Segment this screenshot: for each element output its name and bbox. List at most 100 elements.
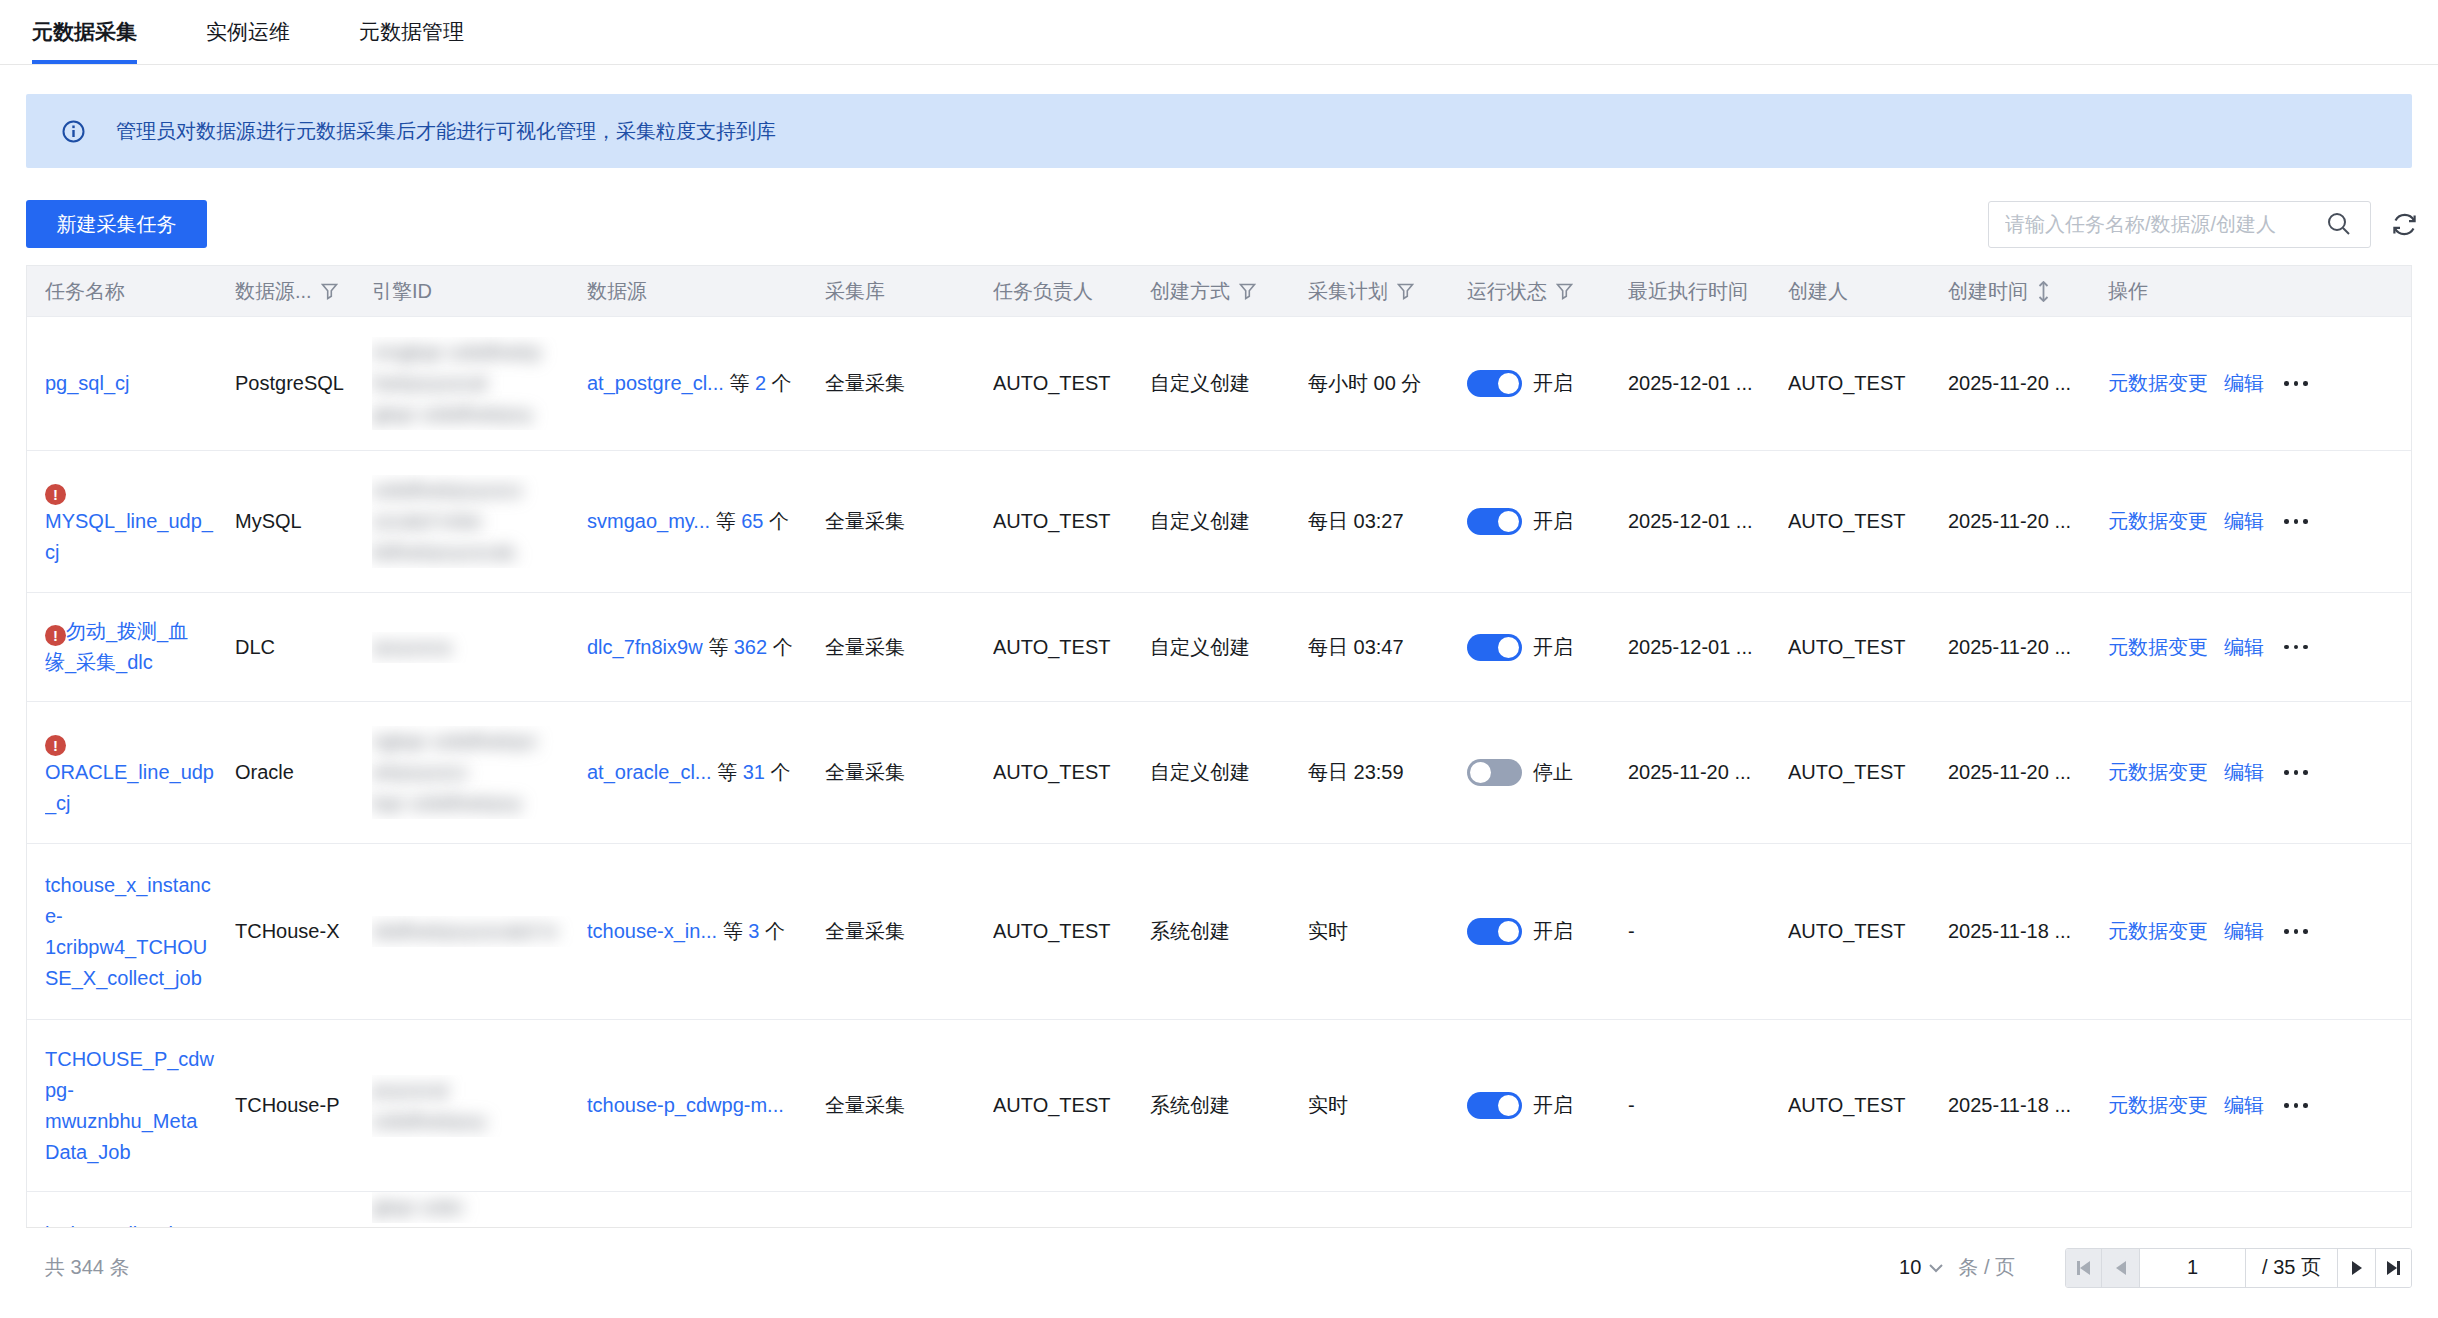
more-actions-icon[interactable] [2280,519,2308,524]
metadata-change-link[interactable]: 元数据变更 [2108,368,2208,399]
edit-link[interactable]: 编辑 [2224,1090,2264,1121]
page-input[interactable]: 1 [2140,1249,2246,1287]
task-name-link[interactable]: pg_sql_cj [45,372,130,394]
column-header-status: 运行状态 [1467,276,1628,307]
datasource-count-link[interactable]: 362 [734,636,767,658]
status-toggle[interactable] [1467,508,1522,535]
last-page-button[interactable] [2376,1249,2411,1287]
redacted-text: pvyxzcal [372,1075,447,1106]
datasource-link[interactable]: dlc_7fn8ix9w [587,636,703,658]
task-name-link[interactable]: 勿动_拨测_血 缘_采集_dlc [45,620,188,673]
pagination-group: 1 / 35 页 [2065,1248,2412,1288]
create-time-cell: 2025-11-20 ... [1948,506,2108,537]
task-name-cell: !勿动_拨测_血 缘_采集_dlc [45,616,235,678]
tab-2[interactable]: 元数据管理 [359,0,464,64]
tab-1[interactable]: 实例运维 [206,0,290,64]
status-label: 停止 [1533,757,1573,788]
more-actions-icon[interactable] [2280,645,2308,650]
datasource-link[interactable]: svmgao_my... [587,510,710,532]
operations-cell: 元数据变更编辑 [2108,506,2412,537]
redacted-text: sobdhwtrpvyxzcalu [372,475,522,506]
metadata-change-link[interactable]: 元数据变更 [2108,916,2208,947]
column-header-last_run: 最近执行时间 [1628,276,1788,307]
toggle-knob [1498,637,1519,658]
engine-id-cell-redacted: obdhwtrpvyxzcaluf imk [372,916,587,947]
datasource-count-link[interactable]: 2 [755,372,766,394]
column-label: 任务负责人 [993,276,1093,307]
datasource-type-cell: DLC [235,632,372,663]
tab-bar: 元数据采集 实例运维 元数据管理 [0,0,2438,65]
tab-0[interactable]: 元数据采集 [32,0,137,64]
datasource-link[interactable]: tchouse-p_cdwpg-m... [587,1094,784,1116]
last-run-time-cell: 2025-12-01 ... [1628,506,1788,537]
creator-cell: AUTO_TEST [1788,368,1948,399]
next-page-button[interactable] [2338,1249,2376,1287]
metadata-change-link[interactable]: 元数据变更 [2108,506,2208,537]
datasource-link[interactable]: at_postgre_cl... [587,372,724,394]
task-name-cell: !ORACLE_line_udp _cj [45,726,235,819]
status-toggle[interactable] [1467,634,1522,661]
status-toggle[interactable] [1467,370,1522,397]
edit-link[interactable]: 编辑 [2224,757,2264,788]
table-row: pg_sql_cjPostgreSQLmngkqe sobdhwtrpvyxhw… [27,316,2411,450]
datasource-link[interactable]: at_oracle_cl... [587,761,712,783]
task-name-link[interactable]: iceberg_dlc_cj [45,1223,173,1227]
task-name-link[interactable]: TCHOUSE_P_cdw pg- mwuznbhu_Meta Data_Job [45,1048,214,1163]
metadata-change-link[interactable]: 元数据变更 [2108,757,2208,788]
task-name-link[interactable]: MYSQL_line_udp_ cj [45,510,213,563]
column-label: 创建方式 [1150,276,1230,307]
more-actions-icon[interactable] [2280,770,2308,775]
status-toggle[interactable] [1467,918,1522,945]
filter-icon[interactable] [1556,283,1573,300]
operations-cell: 元数据变更编辑 [2108,916,2412,947]
datasource-count-link[interactable]: 31 [743,761,765,783]
run-status-cell: 开启 [1467,632,1628,663]
metadata-change-link[interactable]: 元数据变更 [2108,1090,2208,1121]
column-header-db: 采集库 [825,276,993,307]
more-actions-icon[interactable] [2280,1103,2308,1108]
run-status-cell: 开启 [1467,916,1628,947]
datasource-count-link[interactable]: 3 [748,920,759,942]
search-icon[interactable] [2326,211,2352,237]
redacted-text: wtrpvyxzcal [372,757,467,788]
prev-page-button[interactable] [2102,1249,2140,1287]
task-name-link[interactable]: ORACLE_line_udp _cj [45,761,214,814]
search-box [1988,201,2371,248]
new-collect-task-button[interactable]: 新建采集任务 [26,200,207,248]
datasource-count-link[interactable]: 65 [741,510,763,532]
first-page-button[interactable] [2066,1249,2102,1287]
more-actions-icon[interactable] [2280,381,2308,386]
search-input[interactable] [1989,213,2326,236]
operations-cell: 元数据变更编辑 [2108,368,2412,399]
edit-link[interactable]: 编辑 [2224,368,2264,399]
edit-link[interactable]: 编辑 [2224,632,2264,663]
status-toggle[interactable] [1467,759,1522,786]
filter-icon[interactable] [1239,283,1256,300]
refresh-icon[interactable] [2391,211,2418,238]
creator-cell: AUTO_TEST [1788,1090,1948,1121]
column-label: 任务名称 [45,276,125,307]
task-owner-cell: AUTO_TEST [993,916,1150,947]
toggle-knob [1498,1095,1519,1116]
filter-icon[interactable] [321,283,338,300]
more-actions-icon[interactable] [2280,929,2308,934]
create-time-cell: 2025-11-20 ... [1948,368,2108,399]
toggle-knob [1470,762,1491,783]
page-unit-label: 条 / 页 [1958,1254,2015,1281]
task-owner-cell: AUTO_TEST [993,368,1150,399]
datasource-link[interactable]: tchouse-x_in... [587,920,717,942]
pagination: 10 条 / 页 1 / 35 页 [1899,1248,2412,1288]
sort-icon[interactable] [2037,281,2050,302]
redacted-text: kqe sobdhwtrpvyxz [372,788,522,819]
status-toggle[interactable] [1467,1092,1522,1119]
column-label: 运行状态 [1467,276,1547,307]
column-label: 采集库 [825,276,885,307]
task-name-link[interactable]: tchouse_x_instanc e- 1cribpw4_TCHOU SE_X… [45,874,211,989]
edit-link[interactable]: 编辑 [2224,916,2264,947]
metadata-change-link[interactable]: 元数据变更 [2108,632,2208,663]
edit-link[interactable]: 编辑 [2224,506,2264,537]
redacted-text: sobdhwtrpvyx [372,1106,487,1137]
column-header-owner: 任务负责人 [993,276,1150,307]
page-size-select[interactable]: 10 [1899,1256,1944,1279]
filter-icon[interactable] [1397,283,1414,300]
